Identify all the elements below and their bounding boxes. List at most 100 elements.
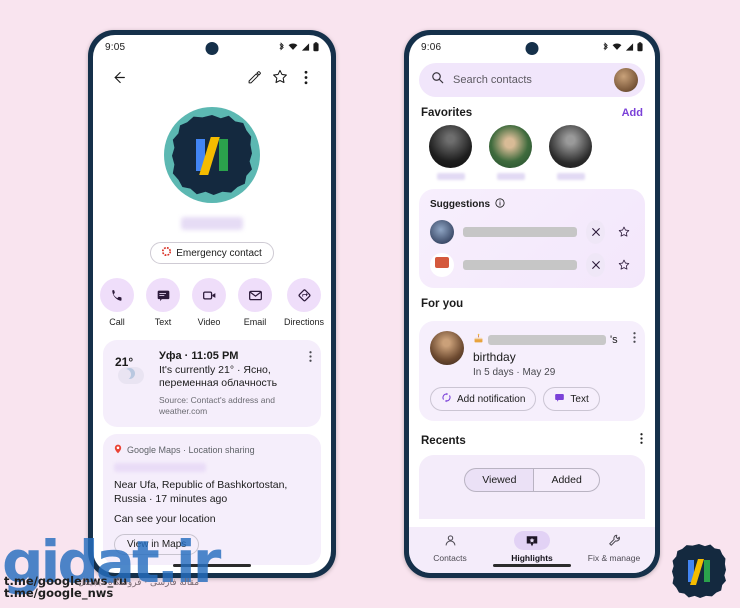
weather-temp: 21° — [115, 355, 134, 369]
weather-icon: 21° — [114, 350, 150, 390]
recents-card: Viewed Added — [419, 455, 645, 519]
maps-permission: Can see your location — [114, 513, 216, 526]
birthday-card-text: 's birthday In 5 days · May 29 — [473, 331, 618, 378]
nav-item-highlights[interactable]: Highlights — [491, 531, 573, 563]
suggestion-name-redacted — [463, 227, 577, 237]
action-label: Email — [243, 317, 267, 327]
action-text[interactable]: Text — [146, 278, 180, 327]
right-screen: 9:06 Search contacts Favorites Add Sugge… — [409, 35, 655, 573]
for-you-title: For you — [421, 298, 464, 310]
suggestion-row[interactable] — [430, 253, 634, 277]
more-vert-icon[interactable] — [293, 64, 319, 90]
bluetooth-icon — [602, 42, 609, 52]
favorites-add-button[interactable]: Add — [622, 107, 643, 119]
highlights-icon — [514, 531, 550, 550]
map-pin-icon — [114, 444, 122, 456]
corner-logo-watermark — [672, 544, 726, 598]
more-vert-icon[interactable] — [640, 432, 643, 450]
nav-label: Highlights — [511, 553, 553, 563]
person-icon — [432, 531, 468, 550]
n-logo-icon — [685, 557, 713, 585]
birthday-card-buttons: Add notification Text — [430, 387, 634, 411]
action-label: Video — [197, 317, 221, 327]
message-icon — [554, 392, 565, 406]
weather-card[interactable]: 21° Уфа · 11:05 PM It's currently 21° · … — [103, 340, 321, 427]
home-indicator[interactable] — [493, 564, 571, 567]
contact-name-redacted — [181, 217, 243, 230]
text-button-label: Text — [570, 393, 589, 405]
close-icon[interactable] — [585, 253, 606, 277]
favorites-list — [409, 123, 655, 180]
search-input[interactable]: Search contacts — [419, 63, 645, 97]
right-status-bar: 9:06 — [409, 35, 655, 59]
action-video[interactable]: Video — [192, 278, 226, 327]
favorite-item[interactable] — [489, 125, 532, 180]
avatar[interactable] — [164, 107, 260, 203]
videocam-icon — [192, 278, 226, 312]
favorite-name-redacted — [496, 173, 525, 180]
favorite-item[interactable] — [429, 125, 472, 180]
action-call[interactable]: Call — [100, 278, 134, 327]
birthday-event-label: birthday — [473, 350, 516, 364]
birthday-card[interactable]: 's birthday In 5 days · May 29 Add notif… — [419, 321, 645, 421]
farsi-watermark: مقاله فارسی · فروشگاه دیجیتال — [78, 578, 200, 588]
mail-icon — [238, 278, 272, 312]
avatar — [430, 331, 464, 365]
emergency-contact-label: Emergency contact — [176, 247, 262, 259]
star-icon[interactable] — [614, 253, 634, 277]
weather-body: Уфа · 11:05 PM It's currently 21° · Ясно… — [159, 350, 310, 417]
wrench-icon — [596, 531, 632, 550]
segment-viewed[interactable]: Viewed — [464, 468, 534, 492]
status-time: 9:05 — [105, 41, 126, 53]
emergency-icon — [162, 246, 172, 259]
recents-title: Recents — [421, 435, 466, 447]
star-icon[interactable] — [614, 220, 634, 244]
more-vert-icon[interactable] — [633, 331, 636, 349]
pencil-icon[interactable] — [241, 64, 267, 90]
weather-title: Уфа · 11:05 PM — [159, 350, 239, 362]
nav-label: Contacts — [433, 553, 467, 563]
avatar — [549, 125, 592, 168]
suggestion-row[interactable] — [430, 220, 634, 244]
left-status-bar: 9:05 — [93, 35, 331, 59]
star-icon[interactable] — [267, 64, 293, 90]
more-vert-icon[interactable] — [309, 350, 312, 368]
birthday-card-top: 's birthday In 5 days · May 29 — [430, 331, 634, 378]
recents-header: Recents — [409, 421, 655, 455]
favorites-header: Favorites Add — [409, 97, 655, 123]
action-label: Directions — [284, 317, 325, 327]
weather-source: Source: Contact's address and weather.co… — [159, 394, 275, 416]
account-avatar[interactable] — [614, 68, 638, 92]
status-icons — [278, 42, 319, 52]
nav-item-fix-manage[interactable]: Fix & manage — [573, 531, 655, 563]
camera-notch — [525, 42, 539, 55]
favorite-name-redacted — [436, 173, 465, 180]
close-icon[interactable] — [585, 220, 606, 244]
battery-icon — [637, 42, 643, 52]
favorite-item[interactable] — [549, 125, 592, 180]
birthday-name-line: 's — [473, 331, 618, 349]
info-icon[interactable] — [495, 198, 505, 211]
notification-add-icon — [441, 392, 452, 406]
nav-label: Fix & manage — [587, 553, 641, 563]
segment-added[interactable]: Added — [533, 468, 600, 492]
text-button[interactable]: Text — [543, 387, 600, 411]
emergency-contact-chip[interactable]: Emergency contact — [150, 242, 274, 264]
weather-description: It's currently 21° · Ясно, переменная об… — [159, 364, 278, 390]
maps-card-header: Google Maps · Location sharing — [114, 444, 310, 456]
add-notification-button[interactable]: Add notification — [430, 387, 537, 411]
action-email[interactable]: Email — [238, 278, 272, 327]
suggestions-header: Suggestions — [430, 198, 634, 211]
nav-item-contacts[interactable]: Contacts — [409, 531, 491, 563]
favorite-name-redacted — [556, 173, 585, 180]
birthday-cake-icon — [473, 331, 484, 349]
recents-segmented-control: Viewed Added — [429, 468, 635, 492]
quick-actions: Call Text Video Email Directions — [93, 264, 331, 333]
maps-name-redacted — [114, 462, 206, 472]
back-arrow-icon[interactable] — [105, 64, 131, 90]
wifi-icon — [612, 42, 622, 52]
action-directions[interactable]: Directions — [284, 278, 324, 327]
directions-icon — [287, 278, 321, 312]
avatar — [430, 253, 454, 277]
status-time: 9:06 — [421, 41, 442, 53]
